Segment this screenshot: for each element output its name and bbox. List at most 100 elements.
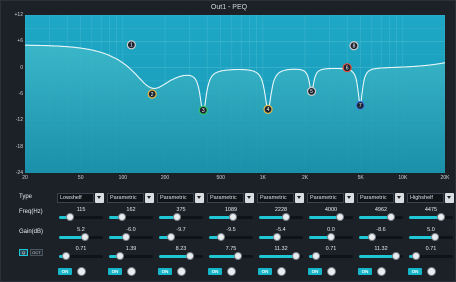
gain-value[interactable]: -8.6 [357,227,405,233]
q-value[interactable]: 11.32 [357,246,405,252]
q-value[interactable]: 11.32 [257,246,305,252]
band-on-button[interactable]: ON [58,268,72,275]
chevron-down-icon[interactable] [345,193,354,203]
band-handle-2[interactable]: 2 [147,89,157,99]
slider-knob[interactable] [116,252,124,260]
band-toggle-knob[interactable] [227,267,236,276]
freq-value[interactable]: 4475 [407,207,455,213]
band-on-button[interactable]: ON [358,268,372,275]
q-slider[interactable] [59,252,103,260]
gain-slider[interactable] [259,233,303,241]
gain-value[interactable]: -9.5 [207,227,255,233]
type-select[interactable]: Parametric [307,193,344,203]
q-value[interactable]: 8.23 [157,246,205,252]
gain-value[interactable]: -9.7 [157,227,205,233]
type-select[interactable]: Highshelf [407,193,444,203]
slider-knob[interactable] [61,252,70,260]
slider-knob[interactable] [368,233,377,241]
freq-slider[interactable] [59,213,103,221]
band-handle-5[interactable]: 5 [306,86,317,96]
chevron-down-icon[interactable] [245,193,254,203]
slider-knob[interactable] [335,213,344,221]
band-handle-7[interactable]: 7 [355,100,365,111]
type-select[interactable]: Parametric [107,193,144,203]
slider-knob[interactable] [229,213,238,221]
band-on-button[interactable]: ON [408,268,422,275]
gain-slider[interactable] [109,233,153,241]
chevron-down-icon[interactable] [395,193,404,203]
gain-slider[interactable] [409,233,453,241]
q-slider[interactable] [359,252,403,260]
chevron-down-icon[interactable] [95,193,104,203]
band-handle-1[interactable]: 1 [126,40,136,50]
chevron-down-icon[interactable] [145,193,154,203]
freq-slider[interactable] [209,213,253,221]
gain-value[interactable]: -6.0 [107,227,155,233]
freq-value[interactable]: 162 [107,207,155,213]
type-select[interactable]: Parametric [357,193,394,203]
q-slider[interactable] [409,252,453,260]
freq-value[interactable]: 2228 [257,207,305,213]
slider-knob[interactable] [392,252,401,260]
freq-value[interactable]: 4962 [357,207,405,213]
slider-knob[interactable] [282,213,291,221]
q-slider[interactable] [159,252,203,260]
slider-knob[interactable] [118,213,127,221]
chevron-down-icon[interactable] [195,193,204,203]
band-handle-4[interactable]: 4 [263,104,273,114]
freq-value[interactable]: 375 [157,207,205,213]
type-select[interactable]: Parametric [257,193,294,203]
slider-knob[interactable] [66,213,74,221]
gain-slider[interactable] [359,233,403,241]
band-toggle-knob[interactable] [127,267,136,276]
type-select[interactable]: Parametric [157,193,194,203]
slider-knob[interactable] [234,252,243,260]
freq-value[interactable]: 4000 [307,207,355,213]
slider-knob[interactable] [121,233,130,241]
eq-graph[interactable]: 1 2 3 4 5 6 7 8 [25,15,445,173]
chevron-down-icon[interactable] [295,193,304,203]
gain-value[interactable]: -5.4 [257,227,305,233]
slider-knob[interactable] [431,233,440,241]
q-slider[interactable] [309,252,353,260]
gain-slider[interactable] [159,233,203,241]
band-toggle-knob[interactable] [277,267,286,276]
slider-knob[interactable] [173,213,182,221]
slider-knob[interactable] [167,233,176,241]
gain-value[interactable]: 5.0 [407,227,455,233]
type-select[interactable]: Parametric [207,193,244,203]
band-toggle-knob[interactable] [427,267,436,276]
band-on-button[interactable]: ON [258,268,272,275]
freq-slider[interactable] [309,213,353,221]
band-toggle-knob[interactable] [377,267,386,276]
slider-knob[interactable] [411,252,420,260]
gain-value[interactable]: 5.2 [57,227,105,233]
band-on-button[interactable]: ON [308,268,322,275]
band-toggle-knob[interactable] [177,267,186,276]
slider-knob[interactable] [311,252,320,260]
gain-slider[interactable] [309,233,353,241]
band-handle-3[interactable]: 3 [198,105,208,115]
slider-knob[interactable] [327,233,335,241]
q-slider[interactable] [109,252,153,260]
type-select[interactable]: Lowshelf [57,193,94,203]
slider-knob[interactable] [292,252,301,260]
freq-slider[interactable] [259,213,303,221]
band-handle-8[interactable]: 8 [349,41,359,51]
band-on-button[interactable]: ON [158,268,172,275]
slider-knob[interactable] [81,233,90,241]
slider-knob[interactable] [436,213,445,221]
band-on-button[interactable]: ON [108,268,122,275]
q-value[interactable]: 7.75 [207,246,255,252]
freq-value[interactable]: 1089 [207,207,255,213]
band-toggle-knob[interactable] [327,267,336,276]
freq-slider[interactable] [109,213,153,221]
chevron-down-icon[interactable] [445,193,454,203]
oct-button[interactable]: OCT [30,249,43,256]
gain-slider[interactable] [209,233,253,241]
eq-curve-plot[interactable]: 1 2 3 4 5 6 7 8 [25,15,445,173]
slider-knob[interactable] [387,213,396,221]
freq-slider[interactable] [409,213,453,221]
q-slider[interactable] [209,252,253,260]
slider-knob[interactable] [272,233,281,241]
